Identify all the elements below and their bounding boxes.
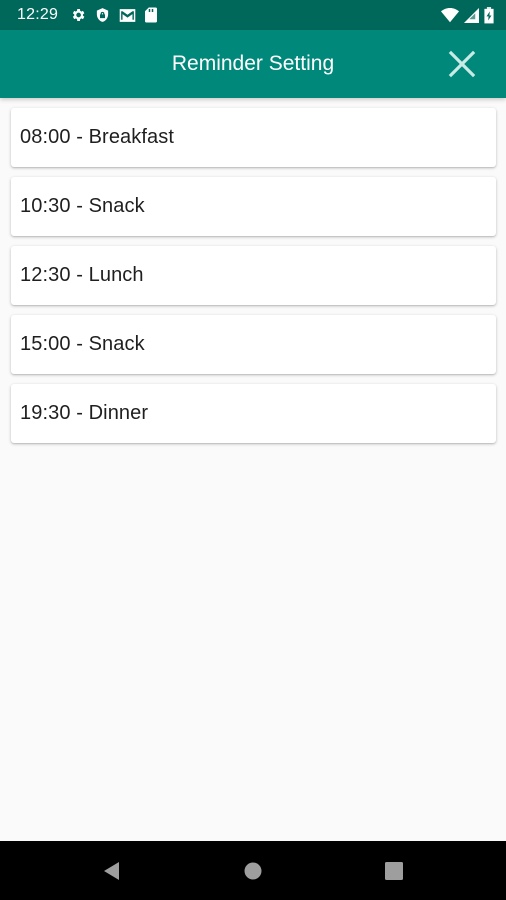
navigation-bar	[0, 841, 506, 900]
close-icon	[448, 50, 476, 78]
status-bar: 12:29	[0, 0, 506, 30]
signal-icon	[464, 7, 479, 23]
reminder-label: 12:30 - Lunch	[20, 264, 144, 286]
reminder-label: 19:30 - Dinner	[20, 402, 149, 424]
reminder-item-breakfast[interactable]: 08:00 - Breakfast	[11, 108, 496, 167]
recents-icon	[385, 862, 403, 880]
reminder-label: 10:30 - Snack	[20, 195, 145, 217]
wifi-icon	[441, 7, 459, 23]
shield-icon	[95, 7, 110, 23]
reminder-item-morning-snack[interactable]: 10:30 - Snack	[11, 177, 496, 236]
status-time: 12:29	[17, 6, 59, 23]
reminder-item-afternoon-snack[interactable]: 15:00 - Snack	[11, 315, 496, 374]
sd-card-icon	[145, 7, 158, 23]
home-button[interactable]	[242, 860, 264, 882]
page-title: Reminder Setting	[171, 52, 335, 75]
status-right-icons	[441, 6, 494, 24]
reminder-label: 08:00 - Breakfast	[20, 126, 175, 148]
back-button[interactable]	[101, 860, 123, 882]
battery-icon	[484, 6, 494, 24]
reminder-item-lunch[interactable]: 12:30 - Lunch	[11, 246, 496, 305]
reminder-list: 08:00 - Breakfast 10:30 - Snack 12:30 - …	[11, 108, 496, 453]
reminder-item-dinner[interactable]: 19:30 - Dinner	[11, 384, 496, 443]
home-icon	[244, 862, 262, 880]
status-left-icons	[70, 7, 158, 23]
gear-icon	[70, 7, 86, 23]
app-bar: Reminder Setting	[0, 30, 506, 98]
close-button[interactable]	[448, 50, 476, 78]
back-icon	[104, 862, 119, 880]
mail-icon	[119, 8, 136, 23]
reminder-label: 15:00 - Snack	[20, 333, 145, 355]
recents-button[interactable]	[383, 860, 405, 882]
